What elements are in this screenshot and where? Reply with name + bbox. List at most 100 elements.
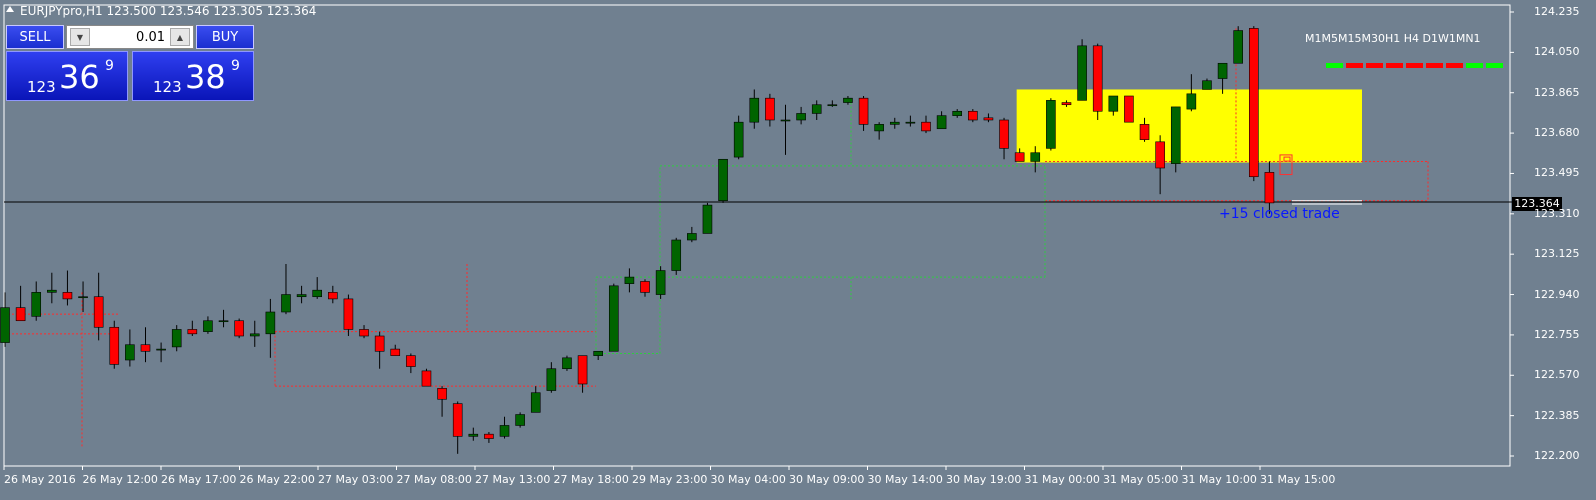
y-tick-label: 124.050 <box>1534 45 1580 59</box>
sell-quote[interactable]: 123 36 9 <box>6 51 128 101</box>
candle-body-bull <box>655 270 666 295</box>
sell-button[interactable]: SELL <box>6 25 64 49</box>
collapse-arrow-icon[interactable] <box>6 6 14 12</box>
candle <box>796 106 806 125</box>
candle-body-bear <box>328 292 338 300</box>
y-tick-label: 122.200 <box>1534 449 1580 462</box>
candle-body-bear <box>1014 152 1025 162</box>
candle-body-bull <box>624 276 635 284</box>
candle-body-bear <box>765 97 775 121</box>
y-tick-label: 122.940 <box>1534 287 1580 301</box>
candle <box>47 272 57 304</box>
candle-body-bull <box>780 119 791 122</box>
candle <box>608 283 619 352</box>
candle <box>765 93 775 127</box>
candle-body-bull <box>687 233 697 241</box>
candle <box>15 285 26 322</box>
candle-body-bull <box>265 311 276 335</box>
candle-body-bull <box>0 307 10 343</box>
x-tick-label: 27 May 18:00 <box>553 473 629 486</box>
candle <box>936 111 947 130</box>
candle-body-bull <box>1170 106 1181 164</box>
timeframe-trend-bar <box>1486 63 1503 68</box>
candle-body-bear <box>1264 172 1275 204</box>
lot-decrease-icon[interactable]: ▼ <box>70 28 90 46</box>
candle-body-bear <box>390 348 401 356</box>
candle <box>406 353 416 374</box>
candle-body-bull <box>249 333 260 337</box>
candle <box>31 281 42 321</box>
candle-body-bull <box>1046 100 1056 149</box>
candle <box>640 279 650 297</box>
candle-body-bull <box>1233 30 1243 64</box>
candle-body-bear <box>1124 95 1134 123</box>
candle-body-bull <box>156 348 166 351</box>
candle <box>281 264 291 315</box>
x-tick-label: 29 May 23:00 <box>632 473 708 486</box>
candle-body-bull <box>125 344 135 361</box>
timeframe-trend-bar <box>1406 63 1423 68</box>
candle-body-bear <box>1249 28 1259 178</box>
candle <box>390 344 401 356</box>
candle-body-bull <box>78 296 88 299</box>
candle-body-bull <box>827 104 838 107</box>
y-tick-label: 122.385 <box>1534 408 1580 422</box>
buy-quote-pips: 38 <box>185 58 226 96</box>
candle-body-bear <box>484 433 494 439</box>
candle <box>687 226 697 243</box>
candle <box>921 115 931 134</box>
x-tick-label: 31 May 10:00 <box>1181 473 1257 486</box>
candle <box>312 277 323 299</box>
candle <box>999 117 1009 160</box>
candle-body-bear <box>421 370 432 387</box>
candle-body-bull <box>889 121 900 125</box>
x-tick-label: 31 May 00:00 <box>1024 473 1100 486</box>
lot-size-input[interactable] <box>93 29 165 45</box>
candle-body-bear <box>187 329 198 335</box>
candle <box>109 320 120 369</box>
y-tick-label: 123.680 <box>1534 126 1580 140</box>
candle-body-bull <box>1202 80 1212 90</box>
buy-button[interactable]: BUY <box>196 25 254 49</box>
candle-body-bear <box>15 307 26 322</box>
candle <box>546 362 557 393</box>
candle-body-bear <box>140 344 151 352</box>
candle-body-bear <box>1155 141 1165 169</box>
candle-body-bear <box>93 296 104 328</box>
y-tick-label: 123.865 <box>1534 85 1580 99</box>
candle-body-bear <box>999 119 1009 149</box>
buy-quote[interactable]: 123 38 9 <box>132 51 254 101</box>
candle-body-bull <box>843 97 853 103</box>
candle-body-bear <box>1092 45 1103 112</box>
candle <box>125 329 135 367</box>
candle-body-bull <box>203 320 213 332</box>
candle <box>421 368 432 387</box>
y-tick-label: 122.755 <box>1534 327 1580 341</box>
candle <box>655 266 666 299</box>
candle-body-bear <box>1139 124 1150 140</box>
candle <box>234 318 244 339</box>
one-click-trading-panel: SELL ▼ ▲ BUY 123 36 9 123 38 9 <box>6 25 254 101</box>
candle-body-bear <box>858 97 869 125</box>
candle-body-bear <box>62 292 73 300</box>
candle <box>702 202 713 234</box>
candle-body-bull <box>1030 152 1041 162</box>
x-tick-label: 27 May 13:00 <box>475 473 551 486</box>
candle-body-bear <box>921 121 931 132</box>
candle-body-bull <box>811 104 822 114</box>
lot-increase-icon[interactable]: ▲ <box>170 28 190 46</box>
candle-body-bull <box>296 294 307 298</box>
candle-body-bear <box>374 335 385 352</box>
candle-body-bull <box>47 289 57 293</box>
candle <box>218 309 229 328</box>
candle-body-bull <box>1217 62 1228 79</box>
x-tick-label: 30 May 09:00 <box>789 473 865 486</box>
candle <box>874 122 884 140</box>
candle <box>577 355 588 393</box>
candle-body-bear <box>1061 102 1072 106</box>
candle-body-bull <box>671 239 682 271</box>
buy-quote-prefix: 123 <box>153 78 182 96</box>
candle-body-bear <box>437 388 447 400</box>
candle <box>156 342 166 363</box>
candle <box>858 96 869 131</box>
